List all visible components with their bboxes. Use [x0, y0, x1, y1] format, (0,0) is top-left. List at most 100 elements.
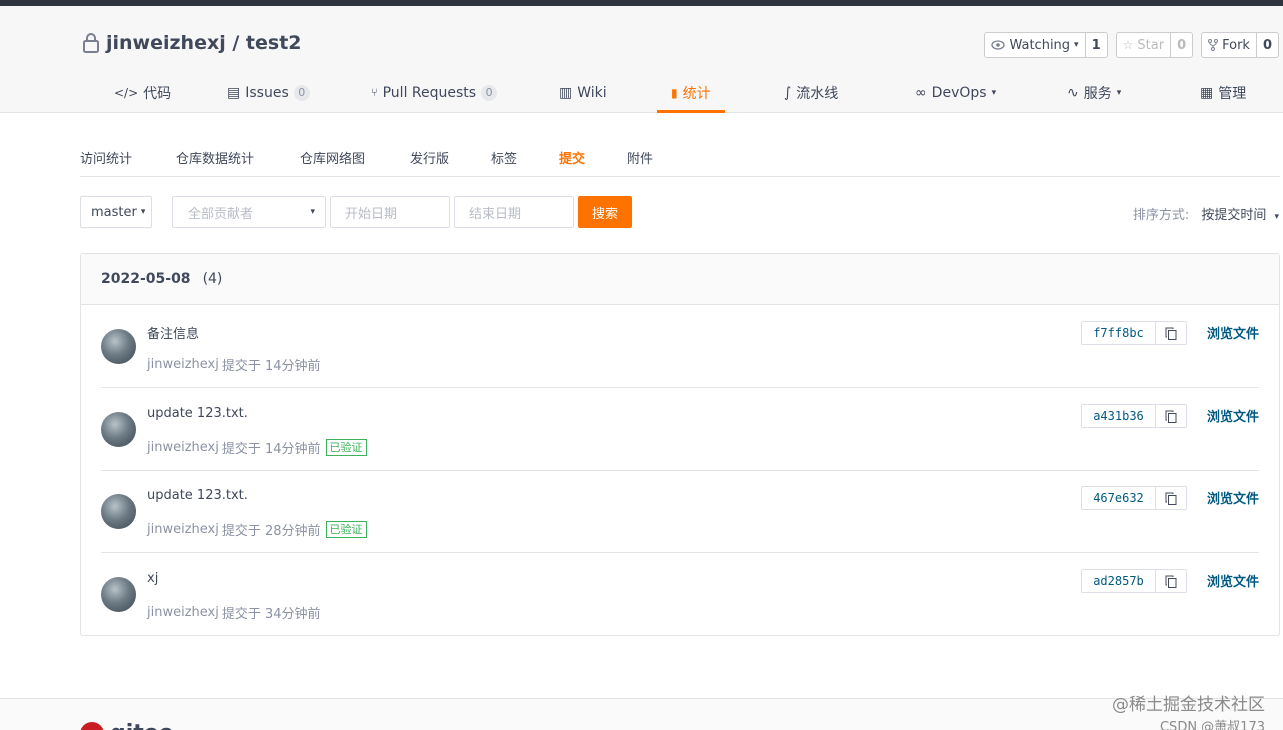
- browse-files-link[interactable]: 浏览文件: [1207, 323, 1259, 342]
- copy-icon[interactable]: [1156, 570, 1186, 592]
- caret-down-icon: ▾: [310, 207, 315, 217]
- commit-row: xj jinweizhexj 提交于 34分钟前 ad2857b 浏览文件: [101, 553, 1259, 636]
- gitee-logo[interactable]: gitee: [80, 721, 174, 730]
- watching-count[interactable]: 1: [1086, 33, 1107, 57]
- browse-files-link[interactable]: 浏览文件: [1207, 406, 1259, 425]
- tab-devops[interactable]: ∞ DevOps ▾: [915, 72, 996, 113]
- subnav-tags[interactable]: 标签: [491, 148, 517, 167]
- verified-badge[interactable]: 已验证: [325, 439, 367, 456]
- statistics-subnav: 访问统计 仓库数据统计 仓库网络图 发行版 标签 提交 附件: [80, 138, 1280, 177]
- commit-message[interactable]: 备注信息: [147, 323, 199, 342]
- watching-button[interactable]: Watching ▾ 1: [984, 32, 1108, 58]
- watermark: @稀土掘金技术社区 CSDN @萧叔173: [1112, 690, 1265, 730]
- commit-message[interactable]: xj: [147, 571, 158, 586]
- tab-label: 统计: [682, 85, 711, 102]
- tab-pipeline[interactable]: ∫ 流水线: [784, 72, 838, 113]
- watching-label: Watching: [1009, 37, 1071, 53]
- commit-sha-box: 467e632: [1081, 486, 1187, 510]
- tab-issues[interactable]: ▤ Issues 0: [227, 72, 310, 113]
- browse-files-link[interactable]: 浏览文件: [1207, 488, 1259, 507]
- repo-title: jinweizhexj / test2: [82, 32, 302, 54]
- commit-sha[interactable]: 467e632: [1082, 487, 1156, 509]
- avatar[interactable]: [101, 494, 136, 529]
- subnav-visits[interactable]: 访问统计: [80, 148, 132, 167]
- tab-pull-requests[interactable]: ⑂ Pull Requests 0: [371, 72, 498, 113]
- commit-message[interactable]: update 123.txt.: [147, 488, 248, 503]
- avatar[interactable]: [101, 577, 136, 612]
- gitee-logo-text: gitee: [110, 721, 174, 730]
- footer: gitee: [0, 698, 1283, 730]
- commit-sha-box: ad2857b: [1081, 569, 1187, 593]
- subnav-network[interactable]: 仓库网络图: [300, 148, 365, 167]
- issues-icon: ▤: [227, 84, 241, 101]
- gitee-logo-icon: [80, 721, 104, 730]
- subnav-commits[interactable]: 提交: [559, 148, 585, 167]
- star-button[interactable]: ☆ Star 0: [1115, 32, 1194, 58]
- commit-time: 提交于 34分钟前: [221, 607, 321, 622]
- tab-manage[interactable]: ▦ 管理: [1200, 72, 1246, 113]
- subnav-attachments[interactable]: 附件: [627, 148, 653, 167]
- sort-select[interactable]: 按提交时间 ▾: [1201, 204, 1279, 223]
- commit-group-count: (4): [202, 271, 223, 287]
- tab-wiki[interactable]: ▥ Wiki: [559, 72, 607, 113]
- subnav-repo-data[interactable]: 仓库数据统计: [176, 148, 254, 167]
- commit-author[interactable]: jinweizhexj: [147, 522, 219, 537]
- watermark-line1: @稀土掘金技术社区: [1112, 695, 1265, 715]
- tab-label: Pull Requests: [382, 84, 477, 101]
- tab-label: 代码: [143, 85, 172, 102]
- tab-label: Wiki: [577, 84, 607, 101]
- search-button[interactable]: 搜索: [578, 196, 632, 228]
- repo-header: jinweizhexj / test2 Watching ▾ 1 ☆ Star …: [0, 6, 1283, 113]
- commit-author[interactable]: jinweizhexj: [147, 605, 219, 620]
- repo-nav: </> 代码 ▤ Issues 0 ⑂ Pull Requests 0 ▥ Wi…: [0, 72, 1283, 113]
- issues-count-badge: 0: [293, 84, 310, 101]
- sort-control: 排序方式: 按提交时间 ▾: [1133, 204, 1279, 223]
- subnav-releases[interactable]: 发行版: [410, 148, 449, 167]
- star-icon: ☆: [1122, 38, 1134, 52]
- tab-services[interactable]: ∿ 服务 ▾: [1067, 72, 1121, 113]
- copy-icon[interactable]: [1156, 322, 1186, 344]
- watermark-line2: CSDN @萧叔173: [1159, 720, 1265, 730]
- start-date-input[interactable]: 开始日期: [330, 196, 450, 228]
- chart-icon: ▮: [671, 85, 678, 100]
- commit-author[interactable]: jinweizhexj: [147, 357, 219, 372]
- commit-time: 提交于 14分钟前: [221, 359, 321, 374]
- verified-badge[interactable]: 已验证: [325, 521, 367, 538]
- commit-sha-box: a431b36: [1081, 404, 1187, 428]
- browse-files-link[interactable]: 浏览文件: [1207, 571, 1259, 590]
- caret-down-icon: ▾: [1116, 87, 1122, 98]
- pull-request-icon: ⑂: [371, 86, 378, 99]
- star-label: Star: [1137, 37, 1165, 53]
- commit-author[interactable]: jinweizhexj: [147, 440, 219, 455]
- tab-code[interactable]: </> 代码: [114, 72, 171, 113]
- commit-row: update 123.txt. jinweizhexj 提交于 14分钟前 已验…: [101, 388, 1259, 471]
- commit-message[interactable]: update 123.txt.: [147, 406, 248, 421]
- end-date-input[interactable]: 结束日期: [454, 196, 574, 228]
- settings-doc-icon: ▦: [1200, 84, 1214, 101]
- tab-statistics[interactable]: ▮ 统计: [657, 72, 725, 113]
- caret-down-icon: ▾: [140, 207, 146, 217]
- commit-group-date: 2022-05-08: [101, 271, 191, 287]
- tab-label: 流水线: [796, 85, 839, 102]
- fork-icon: [1208, 39, 1219, 51]
- caret-down-icon: ▾: [1074, 40, 1079, 50]
- contributor-select[interactable]: 全部贡献者 ▾: [172, 196, 326, 228]
- avatar[interactable]: [101, 412, 136, 447]
- star-count[interactable]: 0: [1171, 33, 1192, 57]
- commit-sha[interactable]: ad2857b: [1082, 570, 1156, 592]
- copy-icon[interactable]: [1156, 487, 1186, 509]
- branch-select[interactable]: master ▾: [80, 196, 152, 228]
- pipeline-icon: ∫: [784, 84, 792, 101]
- commit-sha[interactable]: f7ff8bc: [1082, 322, 1156, 344]
- commit-sha[interactable]: a431b36: [1082, 405, 1156, 427]
- commit-row: 备注信息 jinweizhexj 提交于 14分钟前 f7ff8bc 浏览文件: [101, 305, 1259, 388]
- repo-full-name[interactable]: jinweizhexj / test2: [106, 32, 302, 54]
- branch-value: master: [91, 204, 137, 220]
- copy-icon[interactable]: [1156, 405, 1186, 427]
- fork-count[interactable]: 0: [1257, 33, 1278, 57]
- avatar[interactable]: [101, 329, 136, 364]
- lock-icon: [83, 33, 99, 53]
- sort-label: 排序方式:: [1132, 208, 1190, 223]
- fork-button[interactable]: Fork 0: [1201, 32, 1279, 58]
- commit-meta: jinweizhexj 提交于 14分钟前: [147, 355, 321, 374]
